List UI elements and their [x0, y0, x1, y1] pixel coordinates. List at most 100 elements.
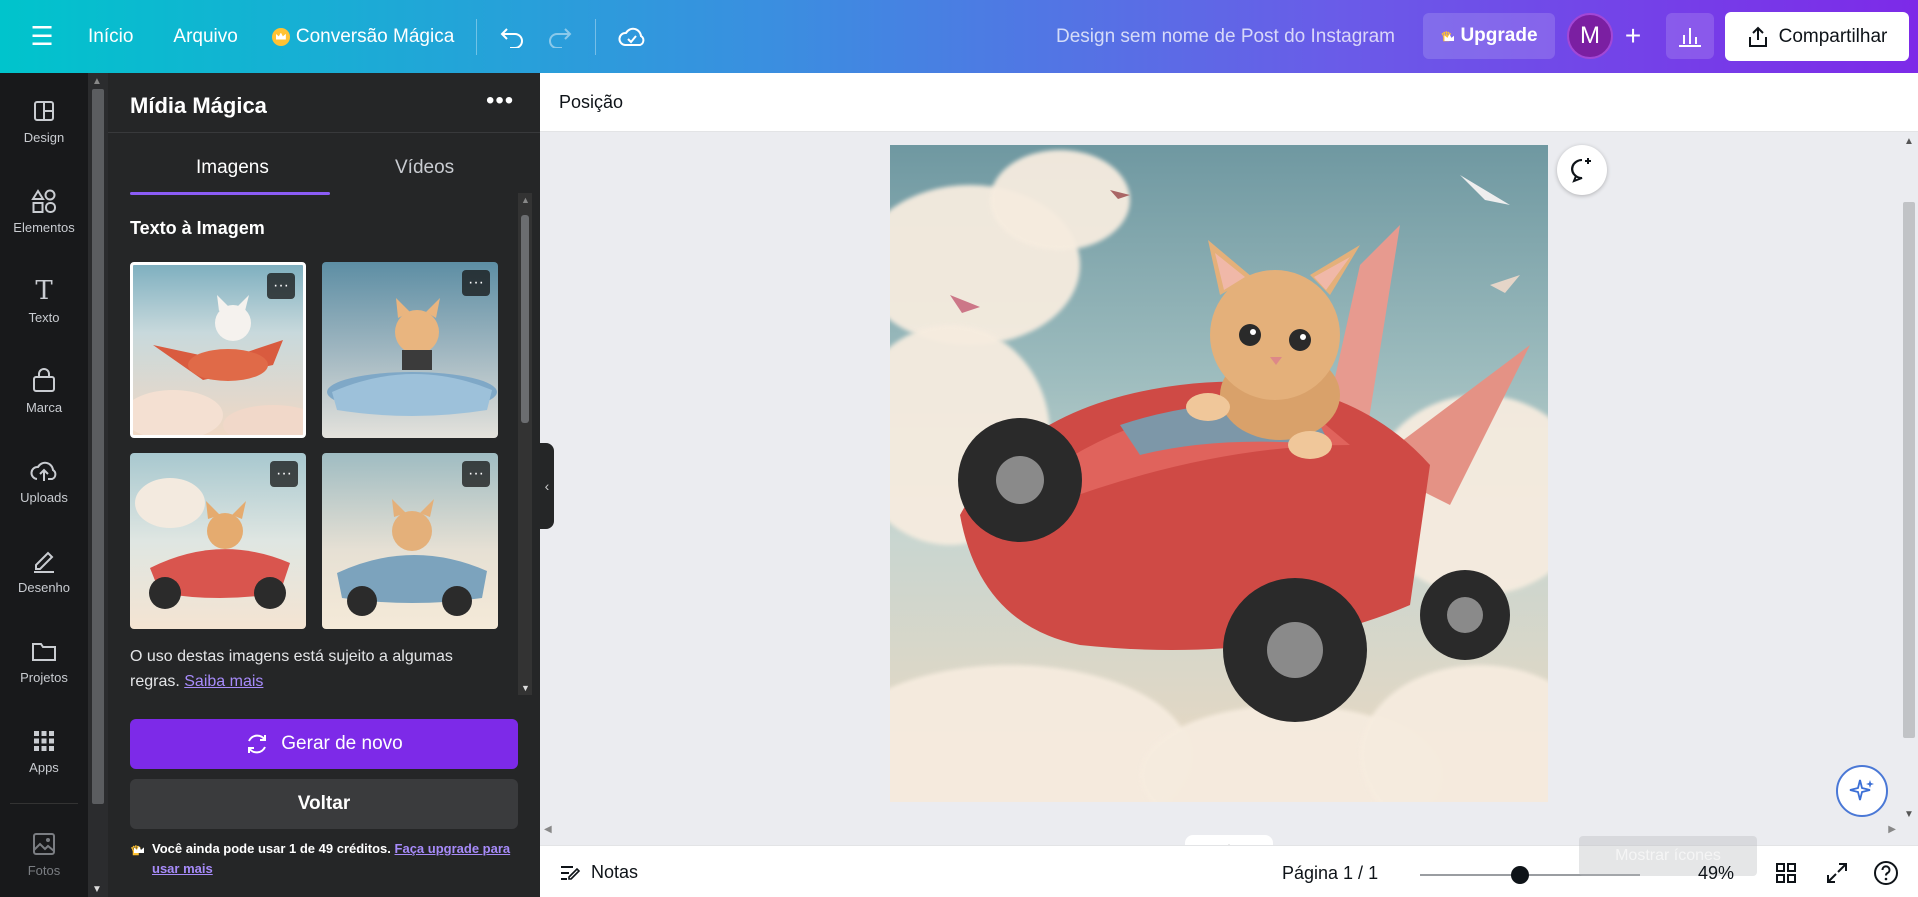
panel-title: Mídia Mágica — [130, 93, 267, 118]
help-icon[interactable] — [1871, 858, 1901, 888]
scroll-down-arrow-icon[interactable]: ▼ — [521, 683, 530, 693]
fullscreen-icon[interactable] — [1822, 858, 1852, 888]
rail-label: Marca — [25, 399, 63, 415]
magic-switch-label: Conversão Mágica — [295, 25, 455, 47]
scroll-left-arrow-icon[interactable]: ◀ — [544, 824, 552, 835]
magic-media-panel: Mídia Mágica ••• Imagens Vídeos Texto à … — [108, 73, 540, 897]
avatar[interactable]: M — [1567, 13, 1613, 59]
rail-item-elementos[interactable]: Elementos — [0, 170, 88, 250]
redo-icon[interactable] — [547, 26, 573, 48]
cloud-upload-icon — [30, 456, 58, 486]
page-indicator[interactable]: Página 1 / 1 — [1282, 863, 1378, 884]
rail-scrollbar[interactable]: ▲ ▼ — [88, 73, 108, 897]
zoom-slider-knob[interactable] — [1511, 866, 1529, 884]
panel-divider — [108, 132, 540, 133]
thumb-more-icon[interactable]: ··· — [462, 461, 490, 487]
rail-item-marca[interactable]: Marca — [0, 350, 88, 430]
tab-imagens[interactable]: Imagens — [196, 157, 269, 179]
design-canvas[interactable] — [890, 145, 1548, 802]
nav-inicio[interactable]: Início — [88, 26, 133, 48]
zoom-level[interactable]: 49% — [1698, 863, 1734, 884]
document-title[interactable]: Design sem nome de Post do Instagram — [1056, 26, 1395, 48]
crown-icon: ♛ — [1440, 29, 1454, 44]
rail-label: Design — [23, 129, 65, 145]
crown-icon — [271, 27, 290, 46]
insights-chart-icon[interactable] — [1666, 13, 1714, 59]
rail-item-texto[interactable]: T Texto — [0, 260, 88, 340]
scroll-thumb[interactable] — [1903, 202, 1915, 738]
notes-button[interactable]: Notas — [559, 862, 638, 883]
generated-image-thumb[interactable]: ··· — [130, 262, 306, 438]
credits-info: ♛ Você ainda pode usar 1 de 49 créditos.… — [130, 839, 520, 879]
layout-icon — [32, 96, 56, 126]
apps-grid-icon — [33, 726, 55, 756]
toolbar-divider — [595, 18, 597, 55]
scroll-up-arrow-icon[interactable]: ▲ — [521, 195, 530, 205]
upgrade-label: Upgrade — [1460, 25, 1538, 46]
magic-assistant-sparkle-icon[interactable] — [1836, 765, 1888, 817]
rail-label: Apps — [29, 759, 59, 775]
scroll-right-arrow-icon[interactable]: ▶ — [1888, 824, 1896, 835]
shapes-icon — [31, 186, 57, 216]
photo-icon — [32, 829, 56, 859]
rail-label: Fotos — [27, 862, 61, 878]
tab-videos[interactable]: Vídeos — [395, 157, 454, 179]
toolbar-divider — [476, 18, 478, 55]
rail-item-design[interactable]: Design — [0, 80, 88, 160]
rail-item-desenho[interactable]: Desenho — [0, 530, 88, 610]
share-upload-icon — [1748, 26, 1767, 47]
notes-icon — [561, 865, 581, 880]
footer-bar: Notas Página 1 / 1 Mostrar ícones 49% — [540, 836, 1918, 897]
more-options-icon[interactable]: ••• — [486, 87, 514, 115]
rail-label: Elementos — [13, 219, 75, 235]
hamburger-menu-icon[interactable]: ☰ — [20, 15, 64, 59]
usage-notice: O uso destas imagens está sujeito a algu… — [130, 644, 470, 694]
scroll-up-arrow-icon[interactable]: ▲ — [1904, 136, 1914, 147]
rail-label: Desenho — [17, 579, 71, 595]
scroll-down-arrow-icon[interactable]: ▼ — [1904, 809, 1914, 820]
add-comment-icon[interactable] — [1557, 145, 1607, 195]
rail-item-uploads[interactable]: Uploads — [0, 440, 88, 520]
rail-label: Projetos — [20, 669, 68, 685]
rail-item-apps[interactable]: Apps — [0, 710, 88, 790]
back-button[interactable]: Voltar — [130, 779, 518, 829]
undo-icon[interactable] — [499, 26, 525, 48]
rail-divider — [10, 803, 78, 804]
share-button[interactable]: Compartilhar — [1725, 12, 1909, 61]
thumb-more-icon[interactable]: ··· — [267, 273, 295, 299]
learn-more-link[interactable]: Saiba mais — [184, 673, 263, 690]
scroll-up-arrow-icon[interactable]: ▲ — [92, 76, 102, 87]
position-button[interactable]: Posição — [559, 92, 623, 113]
generated-image-thumb[interactable]: ··· — [322, 453, 498, 629]
section-title: Texto à Imagem — [130, 218, 265, 238]
rail-item-fotos[interactable]: Fotos — [0, 813, 88, 893]
add-collaborator-icon[interactable]: + — [1613, 15, 1653, 57]
rail-item-projetos[interactable]: Projetos — [0, 620, 88, 700]
rail-label: Uploads — [20, 489, 68, 505]
nav-arquivo[interactable]: Arquivo — [173, 26, 237, 48]
generated-image-thumb[interactable]: ··· — [322, 262, 498, 438]
scroll-down-arrow-icon[interactable]: ▼ — [92, 884, 102, 895]
kitten-flying-car-illustration — [950, 175, 1530, 722]
cloud-saved-icon[interactable] — [618, 26, 646, 48]
share-label: Compartilhar — [1778, 25, 1888, 47]
refresh-icon — [248, 734, 267, 754]
thumb-more-icon[interactable]: ··· — [270, 461, 298, 487]
context-toolbar: Posição — [540, 73, 1918, 132]
credits-text: Você ainda pode usar 1 de 49 créditos. — [152, 841, 391, 856]
panel-scrollbar[interactable]: ▲ ▼ — [518, 193, 532, 695]
rail-label: Texto — [28, 309, 60, 325]
brand-icon — [31, 366, 57, 396]
magic-switch-button[interactable]: Conversão Mágica — [271, 25, 455, 48]
scroll-thumb[interactable] — [92, 89, 104, 804]
canvas-vertical-scrollbar[interactable]: ▲ ▼ — [1900, 132, 1918, 824]
top-bar: ☰ Início Arquivo Conversão Mágica Design… — [0, 0, 1918, 73]
grid-view-icon[interactable] — [1771, 858, 1801, 888]
generate-again-button[interactable]: Gerar de novo — [130, 719, 518, 769]
generated-image-thumb[interactable]: ··· — [130, 453, 306, 629]
scroll-thumb[interactable] — [521, 215, 529, 423]
thumb-more-icon[interactable]: ··· — [462, 270, 490, 296]
upgrade-button[interactable]: ♛ Upgrade — [1423, 13, 1555, 59]
folder-icon — [31, 636, 57, 666]
collapse-panel-icon[interactable]: ‹ — [540, 443, 554, 529]
